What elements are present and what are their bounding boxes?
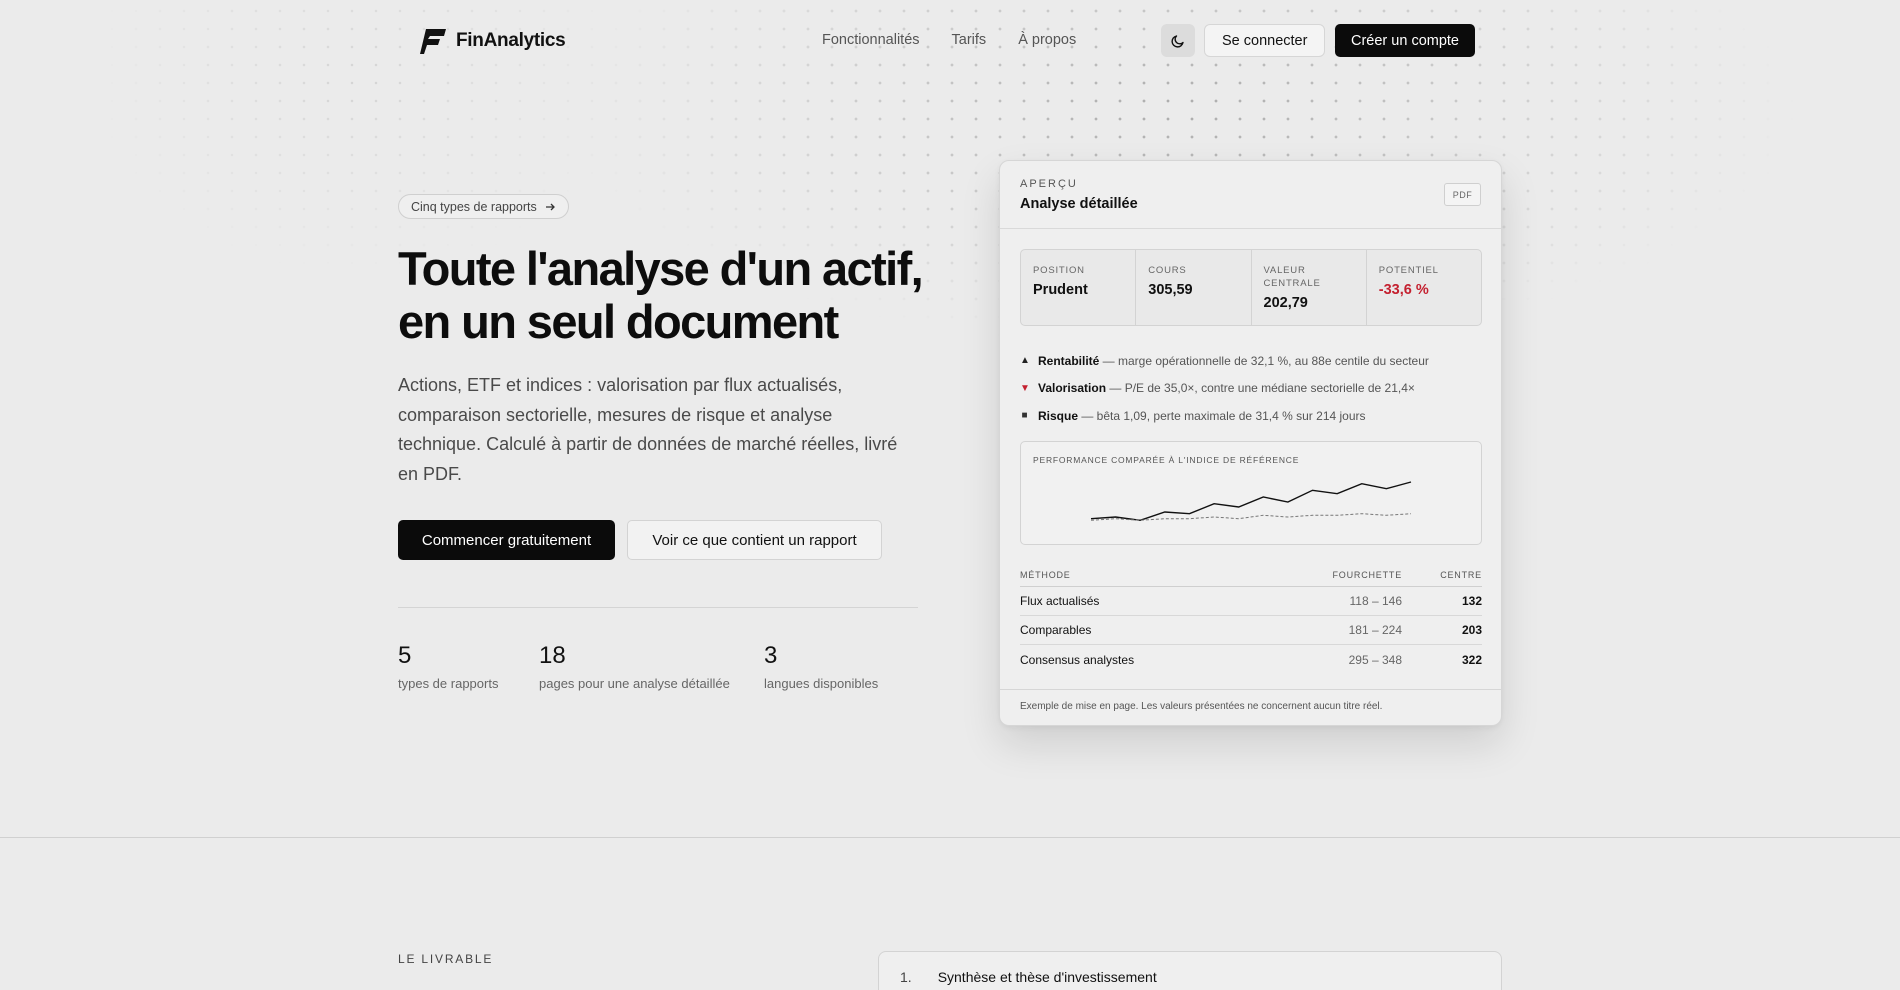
metric-value: 202,79 <box>1263 295 1308 311</box>
metric-central-value: VALEUR CENTRALE 202,79 <box>1252 250 1367 325</box>
cell-method: Comparables <box>1020 623 1092 637</box>
series-line-benchmark <box>1090 513 1412 521</box>
dot-pattern-background <box>0 0 1900 420</box>
insight-text: Risque — bêta 1,09, perte maximale de 31… <box>1038 409 1366 423</box>
list-item-number: 1. <box>900 969 912 985</box>
preview-footnote: Exemple de mise en page. Les valeurs pré… <box>1000 689 1501 725</box>
insight-risk: ■ Risque — bêta 1,09, perte maximale de … <box>1020 402 1490 430</box>
cell-center: 203 <box>1461 623 1482 637</box>
deliverable-eyebrow: LE LIVRABLE <box>398 952 494 966</box>
finanalytics-logo-icon <box>420 29 446 54</box>
table-header: MÉTHODE FOURCHETTE CENTRE <box>1020 563 1482 587</box>
stat-languages: 3 langues disponibles <box>764 642 878 691</box>
nav-link-pricing[interactable]: Tarifs <box>952 32 987 48</box>
dot-pattern-background-left <box>0 0 1900 420</box>
metric-value: 305,59 <box>1148 282 1193 298</box>
table-row: Consensus analystes 295 – 348 322 <box>1020 645 1482 674</box>
stat-label: pages pour une analyse détaillée <box>539 676 730 691</box>
cell-range: 118 – 146 <box>1349 594 1403 608</box>
metrics-grid: POSITION Prudent COURS 305,59 VALEUR CEN… <box>1020 249 1482 326</box>
pdf-badge: PDF <box>1444 183 1481 206</box>
moon-icon <box>1171 34 1184 48</box>
report-types-pill[interactable]: Cinq types de rapports <box>398 194 569 219</box>
col-center: CENTRE <box>1440 569 1482 580</box>
metric-position: POSITION Prudent <box>1021 250 1137 325</box>
insight-detail: — P/E de 35,0×, contre une médiane secto… <box>1106 381 1415 396</box>
insight-text: Rentabilité — marge opérationnelle de 32… <box>1038 354 1429 368</box>
cell-center: 322 <box>1461 652 1482 667</box>
stat-value: 3 <box>764 642 778 669</box>
top-nav: FinAnalytics Fonctionnalités Tarifs À pr… <box>398 24 1502 58</box>
pill-label: Cinq types de rapports <box>411 199 537 214</box>
insight-detail: — bêta 1,09, perte maximale de 31,4 % su… <box>1078 408 1366 423</box>
stat-label: langues disponibles <box>764 676 879 691</box>
insight-detail: — marge opérationnelle de 32,1 %, au 88e… <box>1099 353 1429 368</box>
report-preview-card: APERÇU Analyse détaillée PDF POSITION Pr… <box>999 160 1502 726</box>
metric-value: -33,6 % <box>1378 282 1429 298</box>
triangle-down-icon: ▼ <box>1020 382 1030 394</box>
series-line-asset <box>1090 481 1412 522</box>
col-range: FOURCHETTE <box>1332 569 1402 580</box>
metric-potential: POTENTIEL -33,6 % <box>1367 250 1481 325</box>
nav-link-about[interactable]: À propos <box>1018 32 1076 48</box>
brand-logo[interactable]: FinAnalytics <box>420 26 566 56</box>
insight-label: Valorisation <box>1038 381 1107 396</box>
stat-pages: 18 pages pour une analyse détaillée <box>539 642 730 691</box>
login-button[interactable]: Se connecter <box>1204 24 1326 57</box>
metric-price: COURS 305,59 <box>1136 250 1252 325</box>
table-row: Comparables 181 – 224 203 <box>1020 616 1482 645</box>
nav-links: Fonctionnalités Tarifs À propos <box>822 32 1076 48</box>
stat-label: types de rapports <box>398 676 499 691</box>
hero-title-line2: en un seul document <box>398 295 839 348</box>
preview-title: Analyse détaillée <box>1020 196 1138 212</box>
cell-range: 295 – 348 <box>1348 652 1402 667</box>
insight-label: Rentabilité <box>1038 353 1100 368</box>
hero-title: Toute l'analyse d'un actif, en un seul d… <box>398 242 958 348</box>
metric-label: VALEUR CENTRALE <box>1263 265 1321 289</box>
performance-chart-svg <box>1090 481 1412 522</box>
list-item-label: Synthèse et thèse d'investissement <box>937 969 1157 985</box>
insight-valuation: ▼ Valorisation — P/E de 35,0×, contre un… <box>1020 375 1490 403</box>
insight-label: Risque <box>1038 408 1079 423</box>
list-item: 1. Synthèse et thèse d'investissement <box>900 969 1157 985</box>
cell-range: 181 – 224 <box>1348 623 1402 637</box>
theme-toggle-button[interactable] <box>1161 24 1195 57</box>
insight-profitability: ▲ Rentabilité — marge opérationnelle de … <box>1020 347 1490 375</box>
section-divider <box>0 837 1900 838</box>
arrow-right-icon <box>545 203 555 210</box>
nav-link-features[interactable]: Fonctionnalités <box>822 32 920 48</box>
col-method: MÉTHODE <box>1020 569 1071 580</box>
insight-text: Valorisation — P/E de 35,0×, contre une … <box>1038 381 1415 395</box>
hero-subtitle: Actions, ETF et indices : valorisation p… <box>398 375 898 484</box>
triangle-up-icon: ▲ <box>1020 355 1030 367</box>
cell-center: 132 <box>1461 594 1482 608</box>
cell-method: Flux actualisés <box>1020 594 1100 608</box>
stat-value: 18 <box>539 642 566 669</box>
deliverable-list: 1. Synthèse et thèse d'investissement <box>878 951 1502 990</box>
hero-title-line1: Toute l'analyse d'un actif, <box>398 242 924 295</box>
preview-eyebrow: APERÇU <box>1020 178 1078 190</box>
metric-label: POSITION <box>1033 265 1085 276</box>
signup-button[interactable]: Créer un compte <box>1335 24 1475 57</box>
performance-chart: PERFORMANCE COMPARÉE À L'INDICE DE RÉFÉR… <box>1020 441 1482 545</box>
metric-value: Prudent <box>1033 282 1088 298</box>
preview-header: APERÇU Analyse détaillée PDF <box>1000 161 1501 229</box>
stat-report-types: 5 types de rapports <box>398 642 498 691</box>
brand-name: FinAnalytics <box>456 30 566 51</box>
metric-label: POTENTIEL <box>1378 265 1439 276</box>
insight-list: ▲ Rentabilité — marge opérationnelle de … <box>1020 347 1490 430</box>
square-icon: ■ <box>1021 410 1028 422</box>
stat-value: 5 <box>398 642 412 669</box>
hero-divider <box>398 607 918 608</box>
metric-label: COURS <box>1148 265 1187 276</box>
start-free-button[interactable]: Commencer gratuitement <box>398 520 615 560</box>
cell-method: Consensus analystes <box>1020 652 1135 667</box>
valuation-table: MÉTHODE FOURCHETTE CENTRE Flux actualisé… <box>1020 563 1482 674</box>
table-row: Flux actualisés 118 – 146 132 <box>1020 587 1482 616</box>
see-report-button[interactable]: Voir ce que contient un rapport <box>627 520 882 560</box>
